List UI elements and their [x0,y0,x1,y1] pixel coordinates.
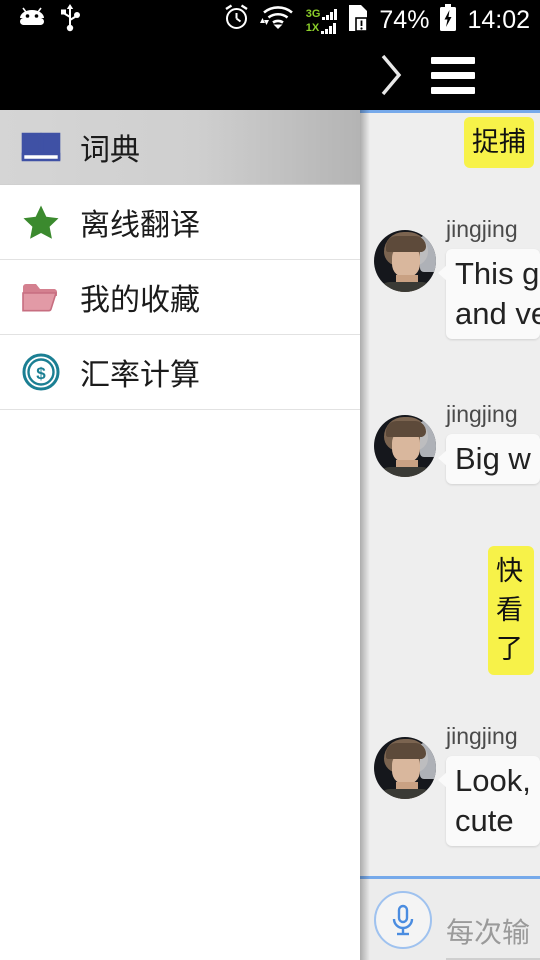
message-bubble-incoming[interactable]: Big w [438,434,540,484]
message-body: jingjing Look, cute [438,715,540,846]
drawer-item-offline-translation[interactable]: 离线翻译 [0,185,360,260]
navigation-drawer: 词典 离线翻译 我的收藏 $ 汇率计算 [0,110,360,960]
message-sender: jingjing [446,401,518,427]
drawer-item-label: 词典 [80,133,140,168]
chat-panel: 捉捕 jingjing This g and ve jingjing Big w… [360,110,540,960]
message-bubble-outgoing[interactable]: 捉捕 [464,117,534,168]
message-body: jingjing This g and ve [438,208,540,339]
message-row: jingjing Big w [360,393,540,484]
drawer-item-label: 汇率计算 [80,358,200,393]
android-icon [18,7,46,34]
alarm-icon [223,4,250,36]
message-bubble-incoming[interactable]: Look, cute [438,756,540,846]
open-book-icon [18,124,64,170]
hamburger-menu-icon[interactable] [422,44,484,106]
svg-text:$: $ [36,364,46,383]
drawer-item-dictionary[interactable]: 词典 [0,110,360,185]
message-line: cute [455,803,514,838]
message-input[interactable]: 每次输 [446,904,540,960]
avatar[interactable] [374,737,436,799]
message-input-placeholder: 每次输 [446,916,531,949]
chat-message-list[interactable]: 捉捕 jingjing This g and ve jingjing Big w… [360,113,540,876]
signal-1x-label: 1X [305,21,320,34]
signal-3g-label: 3G [305,7,321,20]
chevron-right-icon[interactable] [360,44,422,106]
action-bar [0,40,540,110]
message-sender: jingjing [446,723,518,749]
star-icon [18,199,64,245]
message-line: and ve [455,296,540,331]
message-sender: jingjing [446,216,518,242]
message-row: 快看 了 [360,542,540,675]
chat-input-bar: 每次输 [360,876,540,960]
dollar-coin-icon: $ [18,349,64,395]
status-bar: 3G 1X 74% 14:02 [0,0,540,40]
signal-icon: 3G 1X [306,7,338,34]
drawer-item-label: 离线翻译 [80,208,200,243]
message-row: jingjing Look, cute [360,715,540,846]
drawer-empty-area [0,410,360,885]
message-bubble-outgoing[interactable]: 快看 了 [488,546,534,675]
drawer-item-label: 我的收藏 [80,283,200,318]
folder-icon [18,274,64,320]
message-body: jingjing Big w [438,393,540,484]
clock-label: 14:02 [467,5,530,34]
drawer-item-exchange-rate[interactable]: $ 汇率计算 [0,335,360,410]
message-row: 捉捕 [360,113,540,168]
message-row: jingjing This g and ve [360,208,540,339]
drawer-item-favorites[interactable]: 我的收藏 [0,260,360,335]
message-line: Big w [455,441,531,476]
message-line: Look, [455,763,531,798]
sim-alert-icon [347,4,369,37]
battery-percent-label: 74% [379,5,430,34]
battery-charging-icon [439,3,457,37]
avatar[interactable] [374,230,436,292]
message-bubble-incoming[interactable]: This g and ve [438,249,540,339]
wifi-icon [259,5,296,36]
microphone-icon[interactable] [374,890,432,949]
usb-icon [60,3,80,37]
avatar[interactable] [374,415,436,477]
message-line: This g [455,256,540,291]
